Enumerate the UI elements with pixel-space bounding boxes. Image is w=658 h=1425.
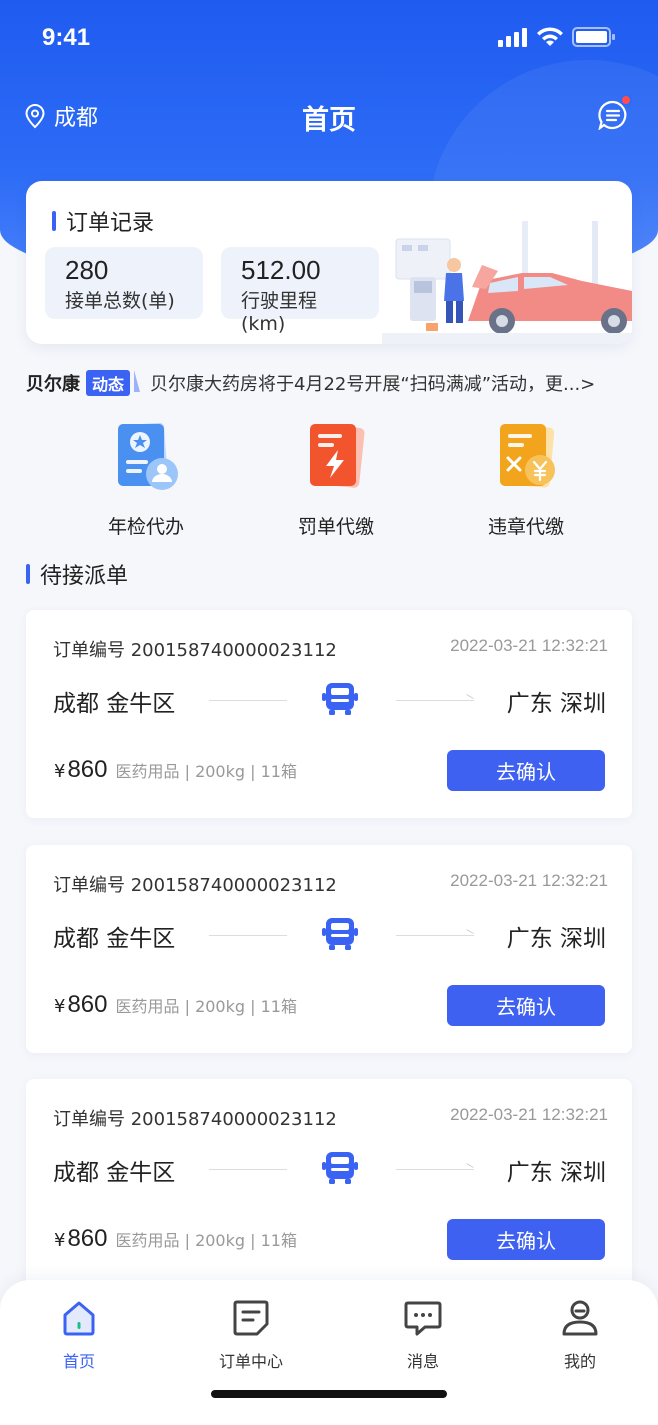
stat-label: 行驶里程(km) — [241, 290, 318, 335]
service-fine-payment[interactable]: 罚单代缴 — [266, 418, 406, 539]
status-bar: 9:41 — [0, 0, 658, 80]
currency-symbol: ¥ — [54, 996, 66, 1017]
order-record-card[interactable]: 订单记录 280 接单总数(单) 512.00 行驶里程(km) — [26, 181, 632, 344]
status-time: 9:41 — [42, 24, 91, 51]
tab-label: 首页 — [62, 1352, 95, 1371]
price-amount: 860 — [67, 756, 108, 783]
order-card[interactable]: 订单编号 200158740000023112 2022-03-21 12:32… — [26, 1079, 632, 1287]
order-time: 2022-03-21 12:32:21 — [450, 636, 608, 655]
order-destination: 广东 深圳 — [506, 926, 606, 952]
service-label: 违章代缴 — [487, 516, 564, 538]
order-center-icon — [233, 1300, 269, 1336]
order-meta: 医药用品 | 200kg | 11箱 — [115, 1231, 297, 1250]
order-meta: 医药用品 | 200kg | 11箱 — [115, 997, 297, 1016]
service-label: 年检代办 — [107, 516, 184, 538]
status-icons — [498, 26, 616, 48]
profile-icon — [562, 1300, 598, 1336]
confirm-button[interactable]: 去确认 — [447, 1219, 605, 1260]
service-violation-payment[interactable]: 违章代缴 — [456, 418, 596, 539]
battery-icon — [572, 27, 615, 47]
stat-label: 接单总数(单) — [65, 290, 175, 312]
stat-total-orders: 280 接单总数(单) — [45, 247, 203, 319]
order-price: ¥ 860 医药用品 | 200kg | 11箱 — [54, 991, 297, 1019]
currency-symbol: ¥ — [54, 761, 66, 782]
route-line — [396, 935, 474, 936]
order-price: ¥ 860 医药用品 | 200kg | 11箱 — [54, 1225, 297, 1253]
tab-profile[interactable]: 我的 — [525, 1298, 635, 1372]
stat-mileage: 512.00 行驶里程(km) — [221, 247, 379, 335]
order-time: 2022-03-21 12:32:21 — [450, 1105, 608, 1124]
service-label: 罚单代缴 — [297, 516, 374, 538]
tab-messages[interactable]: 消息 — [368, 1298, 478, 1372]
route-arrow — [466, 929, 474, 934]
signal-icon — [498, 28, 527, 47]
annual-inspection-icon — [106, 418, 186, 498]
order-origin: 成都 金牛区 — [53, 926, 176, 952]
truck-icon — [322, 1152, 358, 1184]
unread-badge — [620, 94, 632, 106]
top-nav: 成都 首页 — [0, 92, 658, 142]
order-card[interactable]: 订单编号 200158740000023112 2022-03-21 12:32… — [26, 845, 632, 1053]
stat-value: 512.00 — [241, 255, 321, 285]
pending-orders-title-text: 待接派单 — [40, 564, 129, 589]
page-title: 首页 — [302, 105, 356, 136]
tab-home[interactable]: 首页 — [24, 1298, 134, 1372]
order-number: 订单编号 200158740000023112 — [53, 875, 337, 896]
order-meta: 医药用品 | 200kg | 11箱 — [115, 762, 297, 781]
route-line — [396, 700, 474, 701]
price-amount: 860 — [67, 991, 108, 1018]
order-time: 2022-03-21 12:32:21 — [450, 871, 608, 890]
order-price: ¥ 860 医药用品 | 200kg | 11箱 — [54, 756, 297, 784]
ticker-brand: 贝尔康 — [26, 374, 80, 395]
service-grid: 年检代办 罚单代缴 违章代缴 — [0, 418, 658, 548]
order-destination: 广东 深圳 — [506, 691, 606, 717]
tab-label: 消息 — [406, 1352, 439, 1371]
currency-symbol: ¥ — [54, 1230, 66, 1251]
wifi-icon — [537, 27, 563, 46]
ticker-text[interactable]: 贝尔康大药房将于4月22号开展“扫码满减”活动，更...> — [150, 370, 595, 396]
truck-icon — [322, 918, 358, 950]
route-line — [209, 935, 287, 936]
route-line — [209, 1169, 287, 1170]
order-origin: 成都 金牛区 — [53, 1160, 176, 1186]
order-record-title: 订单记录 — [52, 205, 154, 237]
route-arrow — [466, 1163, 474, 1168]
order-number: 订单编号 200158740000023112 — [53, 640, 337, 661]
home-icon — [63, 1301, 95, 1336]
order-card[interactable]: 订单编号 200158740000023112 2022-03-21 12:32… — [26, 610, 632, 818]
order-destination: 广东 深圳 — [506, 1160, 606, 1186]
confirm-button[interactable]: 去确认 — [447, 985, 605, 1026]
bottom-tab-bar: 首页 订单中心 消息 我的 — [0, 1280, 658, 1425]
route-line — [396, 1169, 474, 1170]
route-line — [209, 700, 287, 701]
truck-icon — [322, 683, 358, 715]
price-amount: 860 — [67, 1225, 108, 1252]
order-origin: 成都 金牛区 — [53, 691, 176, 717]
home-indicator[interactable] — [211, 1390, 447, 1398]
violation-payment-icon — [486, 418, 566, 498]
confirm-button[interactable]: 去确认 — [447, 750, 605, 791]
tab-order-center[interactable]: 订单中心 — [196, 1298, 306, 1372]
order-record-title-text: 订单记录 — [66, 211, 155, 236]
title-accent-bar — [26, 564, 30, 584]
order-number: 订单编号 200158740000023112 — [53, 1109, 337, 1130]
stat-value: 280 — [65, 255, 109, 285]
fine-payment-icon — [296, 418, 376, 498]
pending-orders-title: 待接派单 — [26, 558, 128, 590]
news-ticker[interactable]: 贝尔康 动态 贝尔康大药房将于4月22号开展“扫码满减”活动，更...> — [26, 368, 636, 398]
message-button[interactable] — [598, 94, 632, 131]
route-arrow — [466, 694, 474, 699]
car-repair-illustration — [382, 221, 632, 344]
ticker-tag: 动态 — [86, 370, 141, 396]
tab-label: 订单中心 — [218, 1352, 283, 1371]
service-annual-inspection[interactable]: 年检代办 — [76, 418, 216, 539]
message-icon — [404, 1301, 442, 1336]
tab-label: 我的 — [563, 1352, 596, 1371]
title-accent-bar — [52, 211, 56, 231]
